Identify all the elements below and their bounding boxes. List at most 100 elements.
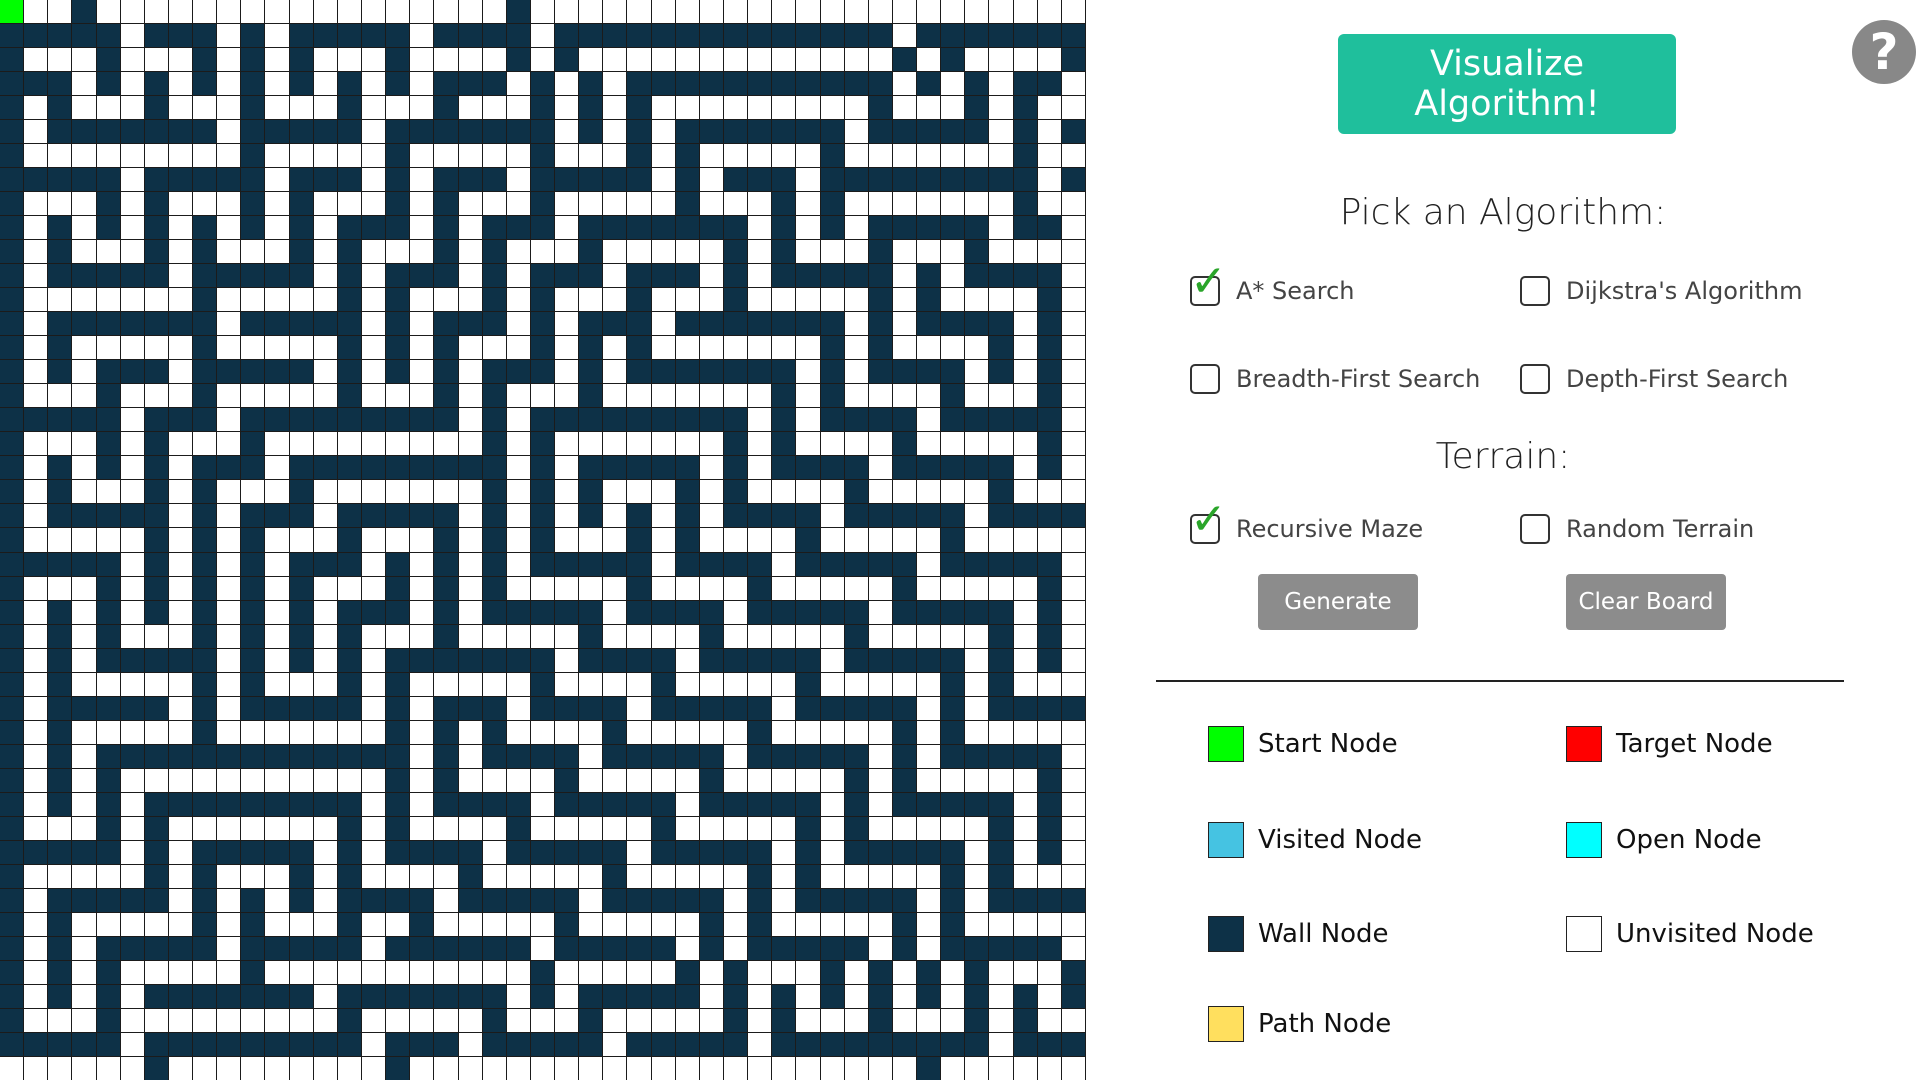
- wall-node[interactable]: [965, 600, 989, 624]
- wall-node[interactable]: [627, 552, 651, 576]
- unvisited-node[interactable]: [482, 672, 506, 696]
- unvisited-node[interactable]: [24, 912, 48, 936]
- wall-node[interactable]: [579, 72, 603, 96]
- unvisited-node[interactable]: [241, 288, 265, 312]
- unvisited-node[interactable]: [217, 648, 241, 672]
- wall-node[interactable]: [820, 600, 844, 624]
- unvisited-node[interactable]: [458, 768, 482, 792]
- wall-node[interactable]: [1013, 168, 1037, 192]
- wall-node[interactable]: [337, 312, 361, 336]
- wall-node[interactable]: [1037, 336, 1061, 360]
- unvisited-node[interactable]: [217, 864, 241, 888]
- wall-node[interactable]: [989, 480, 1013, 504]
- wall-node[interactable]: [627, 792, 651, 816]
- unvisited-node[interactable]: [120, 216, 144, 240]
- wall-node[interactable]: [289, 864, 313, 888]
- unvisited-node[interactable]: [868, 936, 892, 960]
- wall-node[interactable]: [555, 552, 579, 576]
- wall-node[interactable]: [144, 408, 168, 432]
- unvisited-node[interactable]: [72, 984, 96, 1008]
- unvisited-node[interactable]: [917, 408, 941, 432]
- wall-node[interactable]: [796, 744, 820, 768]
- wall-node[interactable]: [313, 408, 337, 432]
- unvisited-node[interactable]: [941, 336, 965, 360]
- wall-node[interactable]: [820, 984, 844, 1008]
- wall-node[interactable]: [0, 24, 24, 48]
- wall-node[interactable]: [289, 24, 313, 48]
- wall-node[interactable]: [675, 600, 699, 624]
- unvisited-node[interactable]: [941, 264, 965, 288]
- wall-node[interactable]: [1013, 504, 1037, 528]
- wall-node[interactable]: [144, 792, 168, 816]
- wall-node[interactable]: [241, 936, 265, 960]
- wall-node[interactable]: [723, 216, 748, 240]
- wall-node[interactable]: [723, 168, 748, 192]
- wall-node[interactable]: [1037, 624, 1061, 648]
- wall-node[interactable]: [579, 264, 603, 288]
- unvisited-node[interactable]: [386, 624, 410, 648]
- wall-node[interactable]: [289, 840, 313, 864]
- wall-node[interactable]: [1013, 192, 1037, 216]
- unvisited-node[interactable]: [555, 816, 579, 840]
- unvisited-node[interactable]: [313, 960, 337, 984]
- wall-node[interactable]: [555, 768, 579, 792]
- wall-node[interactable]: [144, 600, 168, 624]
- unvisited-node[interactable]: [506, 1056, 530, 1080]
- wall-node[interactable]: [241, 888, 265, 912]
- unvisited-node[interactable]: [217, 384, 241, 408]
- unvisited-node[interactable]: [820, 1008, 844, 1032]
- wall-node[interactable]: [965, 168, 989, 192]
- wall-node[interactable]: [48, 912, 72, 936]
- wall-node[interactable]: [627, 216, 651, 240]
- wall-node[interactable]: [723, 240, 748, 264]
- unvisited-node[interactable]: [965, 480, 989, 504]
- unvisited-node[interactable]: [965, 576, 989, 600]
- unvisited-node[interactable]: [723, 864, 748, 888]
- unvisited-node[interactable]: [1013, 840, 1037, 864]
- wall-node[interactable]: [289, 888, 313, 912]
- unvisited-node[interactable]: [603, 336, 627, 360]
- unvisited-node[interactable]: [506, 456, 530, 480]
- unvisited-node[interactable]: [96, 0, 120, 24]
- unvisited-node[interactable]: [482, 48, 506, 72]
- unvisited-node[interactable]: [796, 384, 820, 408]
- unvisited-node[interactable]: [458, 816, 482, 840]
- unvisited-node[interactable]: [917, 192, 941, 216]
- wall-node[interactable]: [386, 48, 410, 72]
- wall-node[interactable]: [337, 96, 361, 120]
- unvisited-node[interactable]: [506, 552, 530, 576]
- checkbox[interactable]: [1520, 276, 1550, 306]
- unvisited-node[interactable]: [72, 576, 96, 600]
- unvisited-node[interactable]: [820, 504, 844, 528]
- wall-node[interactable]: [892, 216, 917, 240]
- wall-node[interactable]: [458, 456, 482, 480]
- unvisited-node[interactable]: [410, 744, 434, 768]
- unvisited-node[interactable]: [96, 240, 120, 264]
- unvisited-node[interactable]: [289, 96, 313, 120]
- unvisited-node[interactable]: [892, 336, 917, 360]
- wall-node[interactable]: [0, 648, 24, 672]
- wall-node[interactable]: [410, 984, 434, 1008]
- unvisited-node[interactable]: [675, 792, 699, 816]
- unvisited-node[interactable]: [555, 288, 579, 312]
- wall-node[interactable]: [482, 216, 506, 240]
- wall-node[interactable]: [410, 408, 434, 432]
- wall-node[interactable]: [603, 24, 627, 48]
- wall-node[interactable]: [603, 840, 627, 864]
- unvisited-node[interactable]: [506, 432, 530, 456]
- unvisited-node[interactable]: [941, 1056, 965, 1080]
- unvisited-node[interactable]: [868, 0, 892, 24]
- unvisited-node[interactable]: [410, 696, 434, 720]
- wall-node[interactable]: [48, 24, 72, 48]
- unvisited-node[interactable]: [361, 432, 386, 456]
- unvisited-node[interactable]: [699, 144, 723, 168]
- wall-node[interactable]: [506, 936, 530, 960]
- wall-node[interactable]: [434, 192, 458, 216]
- unvisited-node[interactable]: [217, 576, 241, 600]
- unvisited-node[interactable]: [772, 576, 796, 600]
- unvisited-node[interactable]: [796, 192, 820, 216]
- unvisited-node[interactable]: [458, 504, 482, 528]
- wall-node[interactable]: [289, 576, 313, 600]
- wall-node[interactable]: [555, 264, 579, 288]
- unvisited-node[interactable]: [699, 288, 723, 312]
